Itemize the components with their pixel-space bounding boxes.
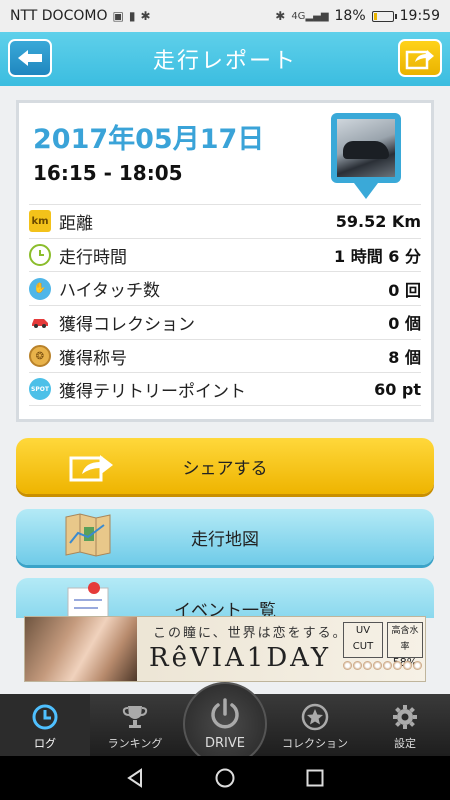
bluetooth-notification-icon: ✱ xyxy=(140,9,151,23)
ad-tagline: この瞳に、世界は恋をする。 xyxy=(153,626,348,641)
power-icon xyxy=(211,698,239,729)
ad-brand-logo: RêVIA1DAY xyxy=(149,643,332,673)
stat-row-territory: SPOT 獲得テリトリーポイント 60 pt xyxy=(29,372,421,407)
stat-value: 60 pt xyxy=(374,379,421,399)
share-header-button[interactable] xyxy=(398,39,442,77)
clock-icon xyxy=(29,244,51,267)
medal-icon: ❂ xyxy=(29,345,51,368)
map-notification-icon: ▣ xyxy=(112,9,124,23)
car-photo xyxy=(337,119,395,177)
nav-ranking[interactable]: ランキング xyxy=(90,694,180,756)
ad-uv-badge: UV CUT xyxy=(343,622,383,658)
spot-icon: SPOT xyxy=(29,378,51,401)
stat-row-titles: ❂ 獲得称号 8 個 xyxy=(29,338,421,373)
stat-row-drive-time: 走行時間 1 時間 6 分 xyxy=(29,237,421,272)
stat-value: 1 時間 6 分 xyxy=(334,247,421,267)
share-icon xyxy=(405,50,434,70)
bluetooth-icon: ✱ xyxy=(275,9,286,23)
ad-banner[interactable]: この瞳に、世界は恋をする。 RêVIA1DAY UVCUT 高含水率58% xyxy=(24,616,426,682)
trophy-icon xyxy=(122,706,148,728)
status-bar: NTT DOCOMO ▣ ▮ ✱ ✱ 4G▂▄▆ 18% 19:59 xyxy=(0,0,450,32)
back-triangle-icon[interactable] xyxy=(124,767,146,789)
stat-label: 走行時間 xyxy=(59,247,127,268)
share-icon xyxy=(69,455,113,482)
system-nav-bar xyxy=(0,756,450,800)
clock-icon xyxy=(32,704,58,730)
report-card: 2017年05月17日 16:15 - 18:05 km 距離 59.52 Km… xyxy=(16,100,434,422)
back-button[interactable] xyxy=(8,39,52,77)
recents-square-icon[interactable] xyxy=(304,767,326,789)
ad-model-photo xyxy=(25,617,137,681)
stat-label: 距離 xyxy=(59,213,93,234)
car-icon xyxy=(29,311,51,334)
ad-water-badge: 高含水率58% xyxy=(387,622,423,669)
map-icon xyxy=(65,513,111,557)
nav-label: ログ xyxy=(34,737,56,750)
nav-log[interactable]: ログ xyxy=(0,694,90,756)
nav-label: ランキング xyxy=(107,737,163,750)
stat-value: 0 個 xyxy=(388,314,421,334)
event-list-button[interactable]: イベント一覧 xyxy=(16,578,434,621)
nav-collection[interactable]: コレクション xyxy=(270,694,360,756)
stat-value: 0 回 xyxy=(388,280,421,300)
report-time-range: 16:15 - 18:05 xyxy=(33,161,183,185)
nav-drive[interactable]: DRIVE xyxy=(180,682,270,766)
clock: 19:59 xyxy=(399,8,440,24)
note-pin-icon xyxy=(67,582,109,620)
stat-label: ハイタッチ数 xyxy=(59,281,160,302)
page-title: 走行レポート xyxy=(152,49,297,74)
nav-label: 設定 xyxy=(394,737,416,750)
ad-lens-swatches xyxy=(343,661,422,670)
nav-settings[interactable]: 設定 xyxy=(360,694,450,756)
share-button-label: シェアする xyxy=(182,458,268,479)
stat-row-distance: km 距離 59.52 Km xyxy=(29,204,421,238)
drive-map-button[interactable]: 走行地図 xyxy=(16,509,434,565)
bottom-nav: ログ ランキング DRIVE コレクション 設定 xyxy=(0,682,450,766)
stat-label: 獲得テリトリーポイント xyxy=(59,381,246,402)
nav-label: コレクション xyxy=(282,737,348,750)
gear-icon xyxy=(393,705,417,729)
nav-label: DRIVE xyxy=(205,736,245,751)
report-date: 2017年05月17日 xyxy=(33,124,265,155)
stat-row-hightouch: ✋ ハイタッチ数 0 回 xyxy=(29,271,421,305)
stat-label: 獲得称号 xyxy=(59,348,127,369)
carrier-name: NTT DOCOMO xyxy=(10,8,108,24)
arrow-left-icon xyxy=(18,50,42,66)
drive-map-button-label: 走行地図 xyxy=(191,529,259,550)
share-button[interactable]: シェアする xyxy=(16,438,434,494)
km-icon: km xyxy=(29,210,51,233)
car-photo-pin[interactable] xyxy=(331,113,401,199)
star-circle-icon xyxy=(301,703,329,731)
stat-label: 獲得コレクション xyxy=(59,314,195,335)
stat-row-collection: 獲得コレクション 0 個 xyxy=(29,305,421,339)
stat-value: 8 個 xyxy=(388,348,421,368)
battery-percent: 18% xyxy=(334,8,366,24)
lock-notification-icon: ▮ xyxy=(128,9,136,23)
home-circle-icon[interactable] xyxy=(214,767,236,789)
battery-icon xyxy=(371,10,397,22)
stat-value: 59.52 Km xyxy=(335,211,421,231)
hand-icon: ✋ xyxy=(29,277,51,300)
signal-icon: 4G▂▄▆ xyxy=(291,10,329,22)
app-header: 走行レポート xyxy=(0,32,450,86)
report-stats: km 距離 59.52 Km 走行時間 1 時間 6 分 ✋ ハイタッチ数 0 … xyxy=(29,204,421,407)
